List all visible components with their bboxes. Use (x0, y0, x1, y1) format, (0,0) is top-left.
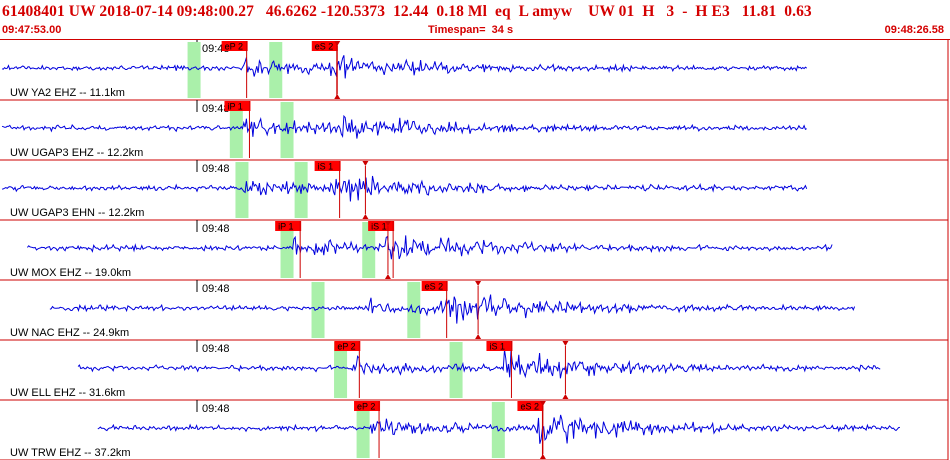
panel-5[interactable]: 09:48 eS 2 UW NAC EHZ -- 24.9km (0, 280, 948, 341)
panel-7[interactable]: 09:48 eP 2 eS 2 UW TRW EHZ -- 37.2km (0, 400, 948, 460)
channel-label: UW NAC EHZ -- 24.9km (10, 327, 129, 339)
channel-label: UW UGAP3 EHZ -- 12.2km (10, 147, 143, 159)
auto-pick-marker-bottom (384, 274, 391, 279)
pick-label-1: iS 1 (318, 162, 334, 172)
channel-label: UW ELL EHZ -- 31.6km (10, 387, 125, 399)
pick-window-1 (311, 282, 325, 338)
auto-pick-marker-bottom (539, 454, 546, 459)
auto-pick-marker-top (562, 341, 569, 346)
channel-label: UW YA2 EHZ -- 11.1km (10, 87, 125, 99)
auto-pick-marker-bottom (562, 394, 569, 399)
pick-label-2: eS 2 (315, 42, 334, 52)
auto-pick-marker-bottom (475, 334, 482, 339)
pick-label-1: eP 2 (337, 342, 355, 352)
pick-label-1: eP 2 (225, 42, 243, 52)
pick-label-2: iS 1 (371, 222, 387, 232)
auto-pick-marker-top (475, 281, 482, 286)
minute-label: 09:48 (202, 223, 230, 235)
panel-6[interactable]: 09:48 eP 2 iS 1 UW ELL EHZ -- 31.6km (0, 340, 948, 401)
pick-label-1: eP 2 (357, 402, 375, 412)
panel-3[interactable]: 09:48 iS 1 UW UGAP3 EHN -- 12.2km (0, 160, 948, 221)
panel-1[interactable]: 09:48eP 2 eS 2UW YA2 EHZ -- 11.1km (0, 40, 948, 101)
pick-label-1: eS 2 (425, 282, 444, 292)
auto-pick-marker-bottom (362, 214, 369, 219)
waveform-trace (77, 349, 881, 379)
channel-label: UW TRW EHZ -- 37.2km (10, 447, 131, 459)
pick-label-2: eS 2 (520, 402, 539, 412)
channel-label: UW MOX EHZ -- 19.0km (10, 267, 131, 279)
pick-label-1: iP 1 (278, 222, 293, 232)
waveform-trace (1, 175, 808, 202)
pick-window-1 (235, 162, 249, 218)
minute-label: 09:48 (202, 343, 230, 355)
pick-label-2: iS 1 (489, 342, 505, 352)
waveform-trace (49, 294, 856, 324)
minute-label: 09:48 (202, 163, 230, 175)
panel-4[interactable]: 09:48 iP 1 iS 1 UW MOX EHZ -- 19.0km (0, 220, 948, 281)
auto-pick-marker-top (362, 161, 369, 166)
pick-label-1: iP 1 (227, 102, 242, 112)
waveform-trace (27, 235, 833, 260)
waveform-trace (1, 114, 807, 139)
seismogram-panels[interactable]: 09:48 eP 2 eS 2 UW YA2 EHZ -- 11.1km 09:48 iP… (0, 0, 950, 460)
channel-label: UW UGAP3 EHN -- 12.2km (10, 207, 144, 219)
minute-label: 09:48 (202, 283, 230, 295)
panel-2[interactable]: 09:48iP 1UW UGAP3 EHZ -- 12.2km (0, 100, 948, 161)
auto-pick-marker-bottom (334, 94, 341, 99)
minute-label: 09:48 (202, 403, 230, 415)
waveform-trace (1, 55, 808, 79)
